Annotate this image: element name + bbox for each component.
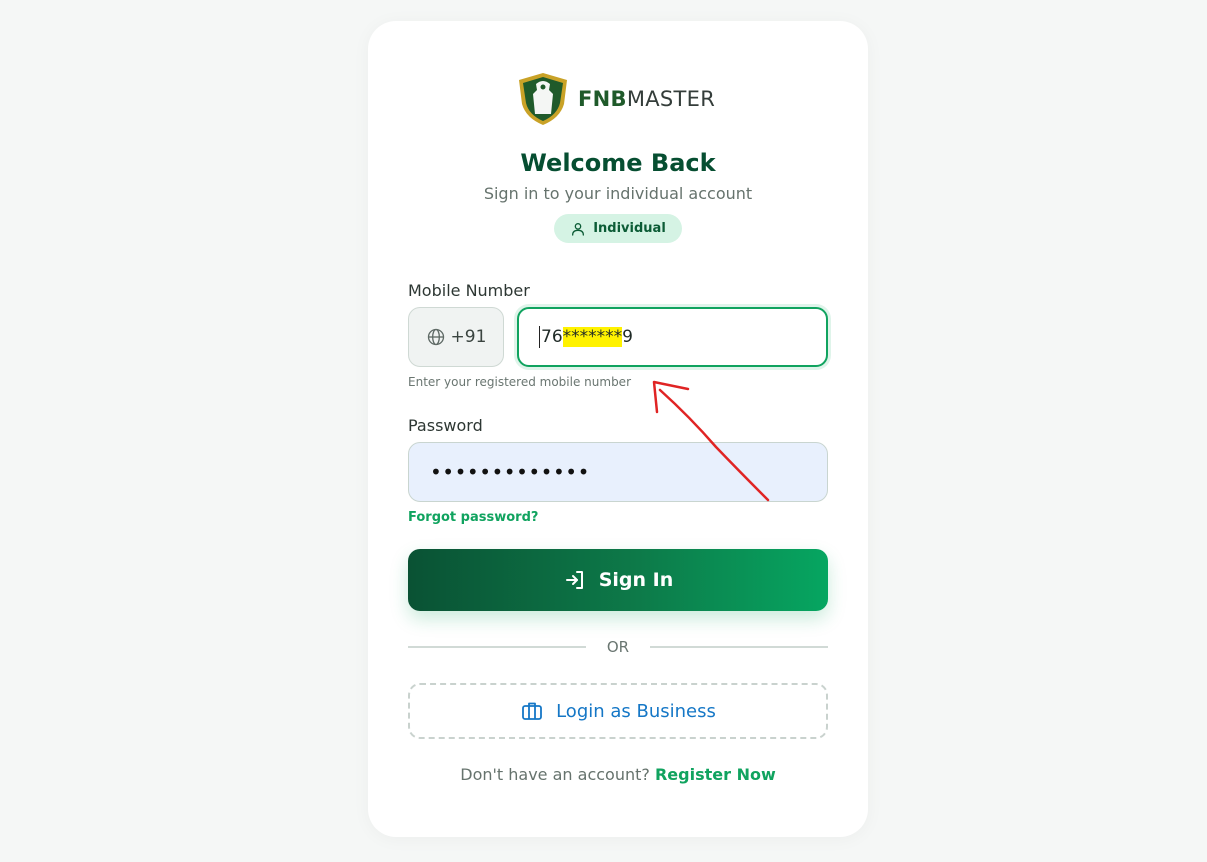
or-text: OR (606, 638, 630, 656)
sign-in-button[interactable]: Sign In (408, 549, 828, 611)
forgot-password-link[interactable]: Forgot password? (408, 510, 538, 525)
country-code-selector[interactable]: +91 (408, 307, 504, 367)
country-code: +91 (450, 327, 487, 347)
divider-line-left (408, 646, 586, 648)
account-type-badge: Individual (554, 214, 682, 243)
login-as-business-button[interactable]: Login as Business (408, 683, 828, 739)
mobile-value-suffix: 9 (622, 327, 633, 347)
or-divider: OR (408, 635, 828, 659)
register-prompt: Don't have an account? Register Now (368, 765, 868, 784)
page-title: Welcome Back (520, 149, 716, 177)
brand-name: FNBMASTER (578, 87, 716, 111)
password-input[interactable]: ••••••••••••• (408, 442, 828, 502)
sign-in-label: Sign In (598, 569, 674, 591)
register-now-link[interactable]: Register Now (655, 765, 776, 784)
password-value: ••••••••••••• (430, 460, 590, 484)
shield-apron-icon (519, 73, 567, 125)
divider-line-right (650, 646, 828, 648)
login-card: FNBMASTER Welcome Back Sign in to your i… (368, 21, 868, 837)
mobile-label: Mobile Number (408, 281, 530, 300)
text-caret (539, 326, 540, 348)
globe-icon (427, 328, 444, 346)
badge-label: Individual (593, 221, 666, 236)
page-subtitle: Sign in to your individual account (483, 184, 753, 203)
brand-logo: FNBMASTER (514, 69, 715, 129)
user-icon (572, 222, 585, 236)
login-arrow-icon (565, 571, 583, 589)
password-label: Password (408, 416, 483, 435)
mobile-input[interactable]: 76 ******* 9 (517, 307, 828, 367)
mobile-value-masked: ******* (562, 327, 623, 347)
register-prompt-text: Don't have an account? (460, 765, 650, 784)
business-label: Login as Business (556, 700, 716, 722)
mobile-helper-text: Enter your registered mobile number (408, 375, 631, 389)
mobile-value-prefix: 76 (541, 327, 563, 347)
briefcase-icon (522, 702, 542, 720)
